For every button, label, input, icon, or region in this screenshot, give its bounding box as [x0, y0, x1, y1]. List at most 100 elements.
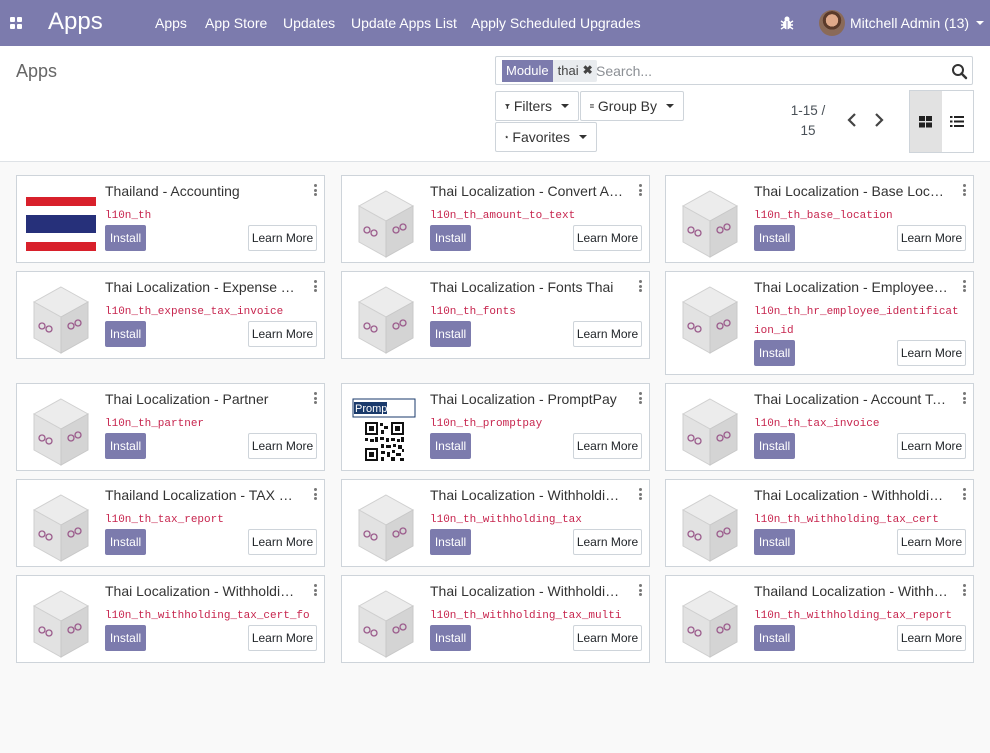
install-button[interactable]: Install: [105, 321, 146, 347]
install-button[interactable]: Install: [430, 433, 471, 459]
oca-module-box-icon: [682, 494, 738, 562]
app-technical-name: l10n_th_withholding_tax: [430, 514, 582, 526]
app-card[interactable]: Thai Localization - Convert Amount to Te…: [341, 175, 650, 263]
app-card[interactable]: PromptPay Thai Localization - PromptPay …: [341, 383, 650, 471]
app-card[interactable]: Thai Localization - Employee Identificat…: [665, 271, 974, 375]
learn-more-button[interactable]: Learn More: [248, 625, 317, 651]
app-card[interactable]: Thai Localization - Withholding Tax Mult…: [341, 575, 650, 663]
menu-apps[interactable]: Apps: [155, 15, 187, 31]
app-card[interactable]: Thai Localization - Base Location l10n_t…: [665, 175, 974, 263]
install-button[interactable]: Install: [754, 529, 795, 555]
app-card[interactable]: Thai Localization - Partner l10n_th_part…: [16, 383, 325, 471]
chevron-down-icon: [666, 104, 674, 108]
filters-label: Filters: [513, 98, 552, 114]
app-title: Thailand Localization - TAX Report: [105, 487, 301, 503]
list-bars-icon: [590, 104, 594, 108]
learn-more-button[interactable]: Learn More: [573, 625, 642, 651]
search-icon[interactable]: [951, 63, 968, 80]
groupby-dropdown-button[interactable]: Group By: [580, 91, 684, 121]
search-input[interactable]: [596, 60, 936, 82]
install-button[interactable]: Install: [754, 340, 795, 366]
pager-next-icon[interactable]: [872, 112, 886, 128]
install-button[interactable]: Install: [430, 225, 471, 251]
install-button[interactable]: Install: [105, 625, 146, 651]
facet-remove-icon[interactable]: ✖: [583, 60, 597, 82]
install-button[interactable]: Install: [105, 529, 146, 555]
app-card[interactable]: Thai Localization - Withholding Tax l10n…: [341, 479, 650, 567]
filters-dropdown-button[interactable]: Filters: [495, 91, 579, 121]
debug-bug-icon[interactable]: [779, 15, 795, 31]
app-title: Thai Localization - Expense Tax Invoice: [105, 279, 301, 295]
learn-more-button[interactable]: Learn More: [573, 225, 642, 251]
menu-apply-scheduled-upgrades[interactable]: Apply Scheduled Upgrades: [471, 15, 641, 31]
app-title: Thailand - Accounting: [105, 183, 240, 199]
favorites-dropdown-button[interactable]: Favorites: [495, 122, 597, 152]
oca-module-box-icon: [682, 190, 738, 258]
learn-more-button[interactable]: Learn More: [248, 321, 317, 347]
learn-more-button[interactable]: Learn More: [573, 433, 642, 459]
card-menu-icon[interactable]: [314, 488, 318, 500]
learn-more-button[interactable]: Learn More: [897, 225, 966, 251]
install-button[interactable]: Install: [754, 433, 795, 459]
menu-app-store[interactable]: App Store: [205, 15, 267, 31]
learn-more-button[interactable]: Learn More: [897, 529, 966, 555]
card-menu-icon[interactable]: [314, 584, 318, 596]
learn-more-button[interactable]: Learn More: [248, 225, 317, 251]
menu-updates[interactable]: Updates: [283, 15, 335, 31]
app-card[interactable]: Thai Localization - Expense Tax Invoice …: [16, 271, 325, 359]
chevron-down-icon: [976, 21, 985, 25]
learn-more-button[interactable]: Learn More: [248, 433, 317, 459]
card-menu-icon[interactable]: [963, 392, 967, 404]
oca-module-box-icon: [33, 494, 89, 562]
learn-more-button[interactable]: Learn More: [897, 433, 966, 459]
app-card[interactable]: Thai Localization - Withholding Tax Cert…: [16, 575, 325, 663]
card-menu-icon[interactable]: [314, 392, 318, 404]
promptpay-logo-text: PromptPay: [355, 403, 410, 415]
learn-more-button[interactable]: Learn More: [897, 340, 966, 366]
menu-update-apps-list[interactable]: Update Apps List: [351, 15, 457, 31]
page-title: Apps: [16, 61, 58, 81]
card-menu-icon[interactable]: [639, 392, 643, 404]
install-button[interactable]: Install: [754, 625, 795, 651]
pager-previous-icon[interactable]: [845, 112, 859, 128]
install-button[interactable]: Install: [430, 321, 471, 347]
card-menu-icon[interactable]: [639, 488, 643, 500]
list-view-button[interactable]: [942, 91, 974, 152]
pager-range: 1-15 /: [790, 103, 826, 118]
card-menu-icon[interactable]: [963, 584, 967, 596]
pager-value[interactable]: 1-15 / 15: [788, 101, 828, 141]
user-menu[interactable]: Mitchell Admin (13): [819, 10, 985, 36]
learn-more-button[interactable]: Learn More: [248, 529, 317, 555]
app-title: Thai Localization - Employee Identificat…: [754, 279, 950, 295]
install-button[interactable]: Install: [754, 225, 795, 251]
learn-more-button[interactable]: Learn More: [573, 321, 642, 347]
top-navbar: Apps Apps App Store Updates Update Apps …: [0, 0, 990, 46]
card-menu-icon[interactable]: [639, 280, 643, 292]
app-technical-name: l10n_th_tax_report: [105, 514, 224, 526]
card-menu-icon[interactable]: [639, 584, 643, 596]
install-button[interactable]: Install: [430, 625, 471, 651]
app-card[interactable]: Thai Localization - Withholding Tax Cert…: [665, 479, 974, 567]
learn-more-button[interactable]: Learn More: [897, 625, 966, 651]
install-button[interactable]: Install: [105, 433, 146, 459]
app-card[interactable]: Thailand Localization - Withholding Tax …: [665, 575, 974, 663]
app-card[interactable]: Thailand Localization - TAX Report l10n_…: [16, 479, 325, 567]
learn-more-button[interactable]: Learn More: [573, 529, 642, 555]
install-button[interactable]: Install: [105, 225, 146, 251]
install-button[interactable]: Install: [430, 529, 471, 555]
app-title: Thai Localization - Withholding Tax Cert…: [105, 583, 301, 599]
card-menu-icon[interactable]: [963, 488, 967, 500]
app-switcher-icon[interactable]: [10, 17, 22, 29]
card-menu-icon[interactable]: [963, 184, 967, 196]
app-card[interactable]: Thailand - Accounting l10n_th Install Le…: [16, 175, 325, 263]
app-card[interactable]: Thai Localization - Account Tax Invoice …: [665, 383, 974, 471]
card-menu-icon[interactable]: [639, 184, 643, 196]
card-menu-icon[interactable]: [963, 280, 967, 292]
card-menu-icon[interactable]: [314, 184, 318, 196]
app-card[interactable]: Thai Localization - Fonts Thai l10n_th_f…: [341, 271, 650, 359]
oca-module-box-icon: [682, 398, 738, 466]
card-menu-icon[interactable]: [314, 280, 318, 292]
control-panel: Apps Module thai ✖ Filters Group By Favo…: [0, 46, 990, 162]
kanban-view-button[interactable]: [910, 91, 942, 152]
list-view-icon: [950, 116, 965, 127]
